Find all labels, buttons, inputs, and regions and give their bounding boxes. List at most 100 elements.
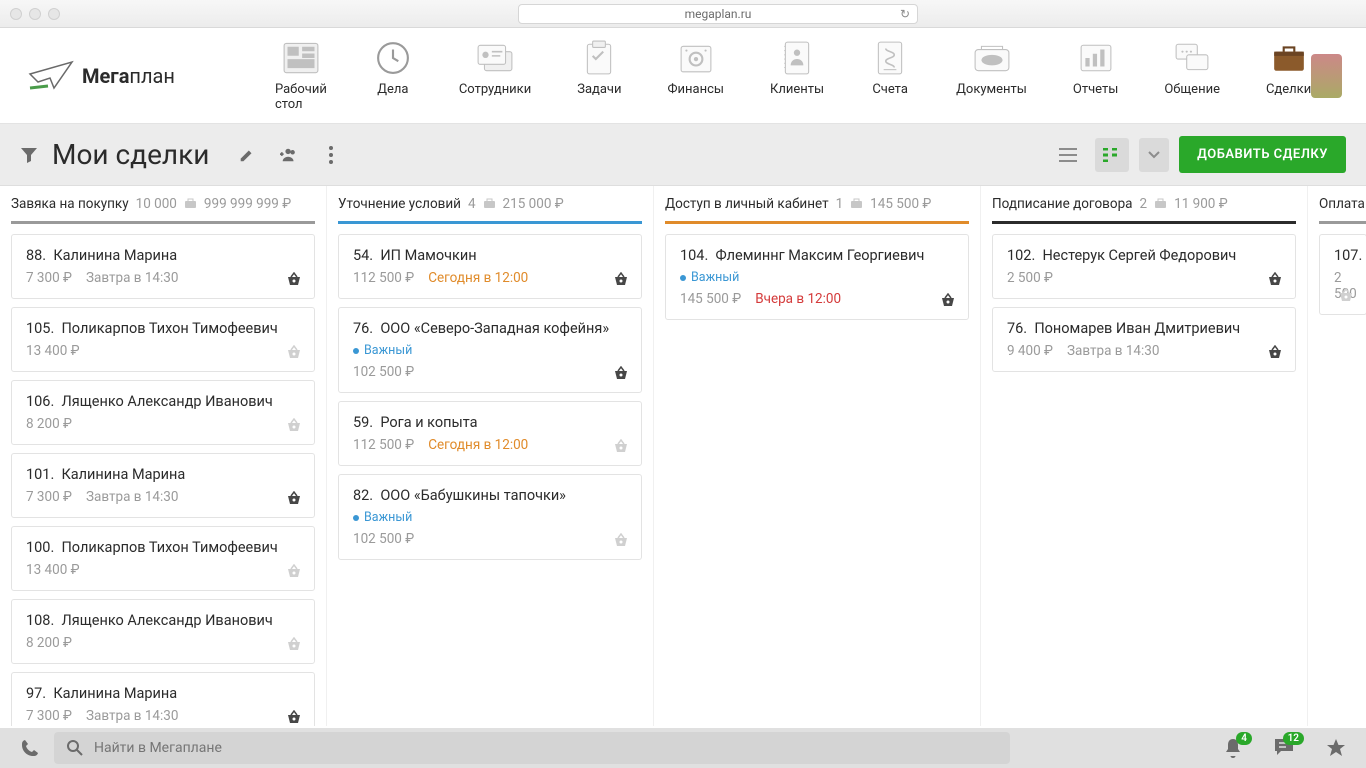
card-price: 8 200 ₽: [26, 416, 72, 432]
deal-card[interactable]: 105. Поликарпов Тихон Тимофеевич13 400 ₽: [11, 307, 315, 372]
add-deal-button[interactable]: ДОБАВИТЬ СДЕЛКУ: [1179, 136, 1346, 173]
card-title: 59. Рога и копыта: [353, 414, 627, 431]
briefcase-icon: [483, 198, 496, 211]
nav-item-7[interactable]: Документы: [956, 40, 1027, 112]
logo[interactable]: Мегаплан: [28, 58, 175, 94]
deal-card[interactable]: 54. ИП Мамочкин112 500 ₽Сегодня в 12:00: [338, 234, 642, 299]
star-icon[interactable]: [1326, 738, 1346, 758]
card-title: 76. Пономарев Иван Дмитриевич: [1007, 320, 1281, 337]
deal-card[interactable]: 107. 2 500: [1319, 234, 1366, 315]
list-view-button[interactable]: [1051, 138, 1085, 172]
card-price: 7 300 ₽: [26, 489, 72, 505]
card-when: Завтра в 14:30: [1067, 343, 1159, 359]
more-icon[interactable]: [321, 145, 341, 165]
nav-item-9[interactable]: Общение: [1164, 40, 1220, 112]
card-title: 107.: [1334, 247, 1352, 264]
column-count: 1: [836, 196, 844, 212]
kanban-board: Завяка на покупку10 000999 999 999 ₽88. …: [0, 186, 1366, 726]
phone-icon[interactable]: [20, 738, 40, 758]
card-price: 9 400 ₽: [1007, 343, 1053, 359]
deal-card[interactable]: 76. Пономарев Иван Дмитриевич 9 400 ₽ Завт…: [992, 307, 1296, 372]
nav-icon: [1076, 40, 1116, 76]
briefcase-icon: [184, 198, 197, 211]
view-dropdown[interactable]: [1139, 138, 1169, 172]
card-title: 88. Калинина Марина: [26, 247, 300, 264]
page-title: Мои сделки: [52, 138, 209, 171]
nav-label: Сотрудники: [459, 82, 531, 97]
column-count: 10 000: [136, 196, 177, 212]
card-price: 13 400 ₽: [26, 343, 80, 359]
nav-item-6[interactable]: Счета: [870, 40, 910, 112]
deal-card[interactable]: 82. ООО «Бабушкины тапочки»Важный102 500…: [338, 474, 642, 560]
basket-icon: [286, 418, 302, 432]
kanban-view-button[interactable]: [1095, 138, 1129, 172]
kanban-column: Завяка на покупку10 000999 999 999 ₽88. …: [0, 186, 327, 726]
nav-label: Сделки: [1266, 82, 1311, 97]
basket-icon: [613, 533, 629, 547]
column-header: Подписание договора211 900 ₽: [992, 196, 1296, 224]
card-when: Сегодня в 12:00: [428, 270, 528, 286]
avatar[interactable]: [1311, 54, 1342, 98]
filter-icon[interactable]: [20, 146, 38, 164]
messages-badge: 12: [1283, 732, 1304, 745]
deal-card[interactable]: 97. Калинина Марина7 300 ₽Завтра в 14:30: [11, 672, 315, 726]
deal-card[interactable]: 76. ООО «Северо-Западная кофейня»Важный1…: [338, 307, 642, 393]
card-title: 102. Нестерук Сергей Федорович: [1007, 247, 1281, 264]
deal-card[interactable]: 102. Нестерук Сергей Федорович 2 500 ₽: [992, 234, 1296, 299]
nav-item-1[interactable]: Дела: [373, 40, 413, 112]
basket-icon: [286, 637, 302, 651]
basket-icon: [1338, 288, 1354, 302]
close-icon[interactable]: [10, 8, 22, 20]
column-amount: 215 000 ₽: [503, 196, 564, 212]
deal-card[interactable]: 100. Поликарпов Тихон Тимофеевич 13 400 ₽: [11, 526, 315, 591]
card-price: 2 500 ₽: [1007, 270, 1053, 286]
card-title: 104. Флеминнг Максим Георгиевич: [680, 247, 954, 264]
top-nav: Мегаплан Рабочий стол Дела Сотрудники Задач…: [0, 28, 1366, 124]
nav-item-0[interactable]: Рабочий стол: [275, 40, 327, 112]
search-icon: [66, 739, 84, 757]
deal-card[interactable]: 108. Лященко Александр Иванович8 200 ₽: [11, 599, 315, 664]
address-field[interactable]: megaplan.ru ↻: [518, 4, 918, 24]
reload-icon[interactable]: ↻: [900, 7, 910, 21]
edit-icon[interactable]: [237, 145, 257, 165]
deal-card[interactable]: 88. Калинина Марина7 300 ₽Завтра в 14:30: [11, 234, 315, 299]
logo-text: Мегаплан: [82, 64, 175, 88]
basket-icon: [286, 564, 302, 578]
card-price: 7 300 ₽: [26, 270, 72, 286]
minimize-icon[interactable]: [29, 8, 41, 20]
card-when: Завтра в 14:30: [86, 708, 178, 724]
card-price: 102 500 ₽: [353, 364, 414, 380]
basket-icon: [1267, 272, 1283, 286]
card-price: 112 500 ₽: [353, 437, 414, 453]
card-price: 13 400 ₽: [26, 562, 80, 578]
basket-icon: [286, 345, 302, 359]
card-title: 100. Поликарпов Тихон Тимофеевич: [26, 539, 300, 556]
column-count: 2: [1140, 196, 1148, 212]
nav-label: Отчеты: [1073, 82, 1118, 97]
card-when: Вчера в 12:00: [755, 291, 841, 307]
messages-icon[interactable]: 12: [1274, 738, 1294, 758]
deal-card[interactable]: 106. Лященко Александр Иванович8 200 ₽: [11, 380, 315, 445]
notifications-icon[interactable]: 4: [1224, 738, 1242, 758]
nav-item-5[interactable]: Клиенты: [770, 40, 824, 112]
nav-item-2[interactable]: Сотрудники: [459, 40, 531, 112]
search-input[interactable]: [94, 740, 998, 756]
search-bar[interactable]: [54, 732, 1010, 764]
deal-card[interactable]: 101. Калинина Марина7 300 ₽Завтра в 14:3…: [11, 453, 315, 518]
deal-card[interactable]: 59. Рога и копыта 112 500 ₽ Сегодня в 12:0…: [338, 401, 642, 466]
card-when: Завтра в 14:30: [86, 489, 178, 505]
browser-titlebar: megaplan.ru ↻: [0, 0, 1366, 28]
nav-item-4[interactable]: Финансы: [668, 40, 725, 112]
nav-item-10[interactable]: Сделки: [1266, 40, 1311, 112]
card-tag: Важный: [680, 270, 954, 285]
deal-card[interactable]: 104. Флеминнг Максим ГеоргиевичВажный145…: [665, 234, 969, 320]
maximize-icon[interactable]: [48, 8, 60, 20]
nav-item-3[interactable]: Задачи: [577, 40, 621, 112]
nav-icon: [972, 40, 1012, 76]
nav-icon: [777, 40, 817, 76]
add-people-icon[interactable]: [279, 145, 299, 165]
traffic-lights: [10, 8, 60, 20]
nav-item-8[interactable]: Отчеты: [1073, 40, 1118, 112]
card-when: Сегодня в 12:00: [428, 437, 528, 453]
kanban-column: Подписание договора211 900 ₽ 102. Нестеру…: [981, 186, 1308, 726]
